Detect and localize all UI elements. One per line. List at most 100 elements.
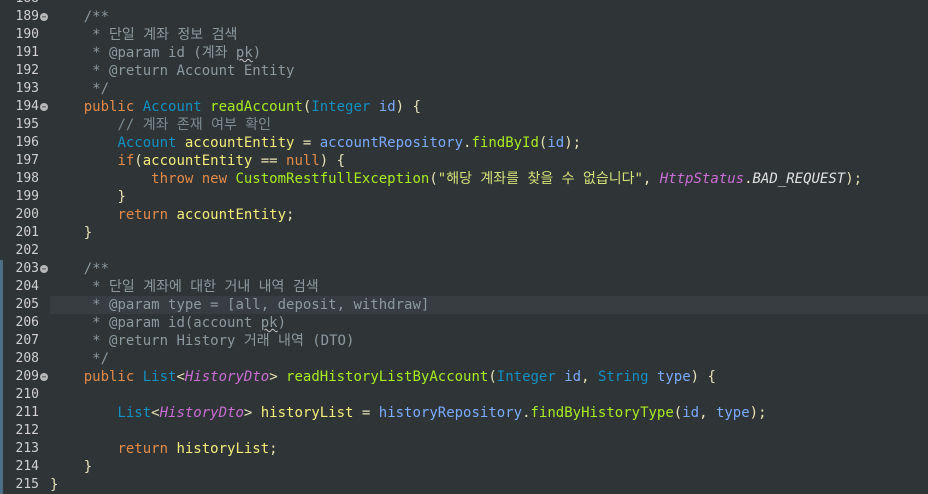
code-line[interactable]: 204 * 단일 계좌에 대한 거내 내역 검색 [0, 278, 928, 296]
code-token: ( [673, 405, 683, 421]
code-token: ) [277, 315, 287, 331]
code-token: null [286, 153, 320, 169]
code-text[interactable]: /** [50, 260, 928, 278]
code-token: . [744, 171, 753, 187]
code-line[interactable]: 203− /** [0, 260, 928, 278]
code-text[interactable]: } [50, 224, 928, 242]
code-line[interactable]: 191 * @param id (계좌 pk) [0, 44, 928, 62]
code-token: ); [749, 405, 767, 421]
code-token: readAccount [210, 99, 303, 115]
code-text[interactable] [50, 386, 928, 404]
line-number: 207 [15, 333, 39, 348]
line-number: 206 [15, 315, 39, 330]
code-token: Account [117, 135, 185, 151]
code-token: String [597, 369, 657, 385]
code-text[interactable]: public Account readAccount(Integer id) { [50, 98, 928, 116]
code-line[interactable]: 192 * @return Account Entity [0, 62, 928, 80]
code-token: findByHistoryType [530, 405, 674, 421]
code-token: Integer [496, 369, 565, 385]
code-text[interactable]: } [50, 188, 928, 206]
code-text[interactable] [50, 422, 928, 440]
code-text[interactable]: * @return Account Entity [50, 62, 928, 80]
code-line[interactable]: 199 } [0, 188, 928, 206]
code-line[interactable]: 215} [0, 476, 928, 494]
code-token: /** [83, 9, 110, 25]
code-text[interactable]: * @param id(account pk) [50, 314, 928, 332]
code-text[interactable]: /** [50, 8, 928, 26]
line-number: 198 [15, 171, 39, 186]
code-line[interactable]: 214 } [0, 458, 928, 476]
code-line[interactable]: 190 * 단일 계좌 정보 검색 [0, 26, 928, 44]
code-token: * @param id (계좌 [92, 45, 236, 61]
code-text[interactable]: * @param type = [all, deposit, withdraw] [50, 296, 928, 314]
code-token: == [252, 153, 287, 169]
code-token: findById [471, 135, 539, 151]
code-text[interactable]: */ [50, 350, 928, 368]
code-text[interactable] [50, 242, 928, 260]
code-text[interactable]: } [50, 458, 928, 476]
line-number: 199 [15, 189, 39, 204]
code-line[interactable]: 205 * @param type = [all, deposit, withd… [0, 296, 928, 314]
code-token: public [83, 99, 143, 115]
line-number: 194 [15, 99, 39, 114]
code-line[interactable]: 198 throw new CustomRestfullException("해… [0, 170, 928, 188]
code-line[interactable]: 201 } [0, 224, 928, 242]
code-text[interactable]: throw new CustomRestfullException("해당 계좌… [50, 170, 928, 188]
fold-toggle-icon[interactable]: − [40, 103, 48, 111]
code-text[interactable]: * @return History 거래 내역 (DTO) [50, 332, 928, 350]
fold-toggle-icon[interactable]: − [40, 265, 48, 273]
code-line[interactable]: 208 */ [0, 350, 928, 368]
code-editor[interactable]: 188 189− /**190 * 단일 계좌 정보 검색191 * @para… [0, 0, 928, 494]
code-text[interactable]: */ [50, 80, 928, 98]
line-number: 205 [15, 297, 39, 312]
code-token: historyList [260, 405, 354, 421]
code-line[interactable]: 207 * @return History 거래 내역 (DTO) [0, 332, 928, 350]
line-number: 192 [15, 63, 39, 78]
code-line[interactable]: 194− public Account readAccount(Integer … [0, 98, 928, 116]
code-token: accountEntity [184, 135, 295, 151]
code-line[interactable]: 196 Account accountEntity = accountRepos… [0, 134, 928, 152]
code-text[interactable]: Account accountEntity = accountRepositor… [50, 134, 928, 152]
code-line[interactable]: 200 return accountEntity; [0, 206, 928, 224]
code-token: type [656, 369, 691, 385]
code-token: throw new [151, 171, 236, 187]
code-line[interactable]: 189− /** [0, 8, 928, 26]
code-text[interactable]: * 단일 계좌에 대한 거내 내역 검색 [50, 278, 928, 296]
code-text[interactable]: // 계좌 존재 여부 확인 [50, 116, 928, 134]
code-text[interactable]: } [50, 476, 928, 494]
code-line[interactable]: 212 [0, 422, 928, 440]
fold-toggle-icon[interactable]: − [40, 13, 48, 21]
code-line[interactable]: 211 List<HistoryDto> historyList = histo… [0, 404, 928, 422]
code-token: id [564, 369, 582, 385]
code-token: } [117, 189, 126, 205]
code-line[interactable]: 197 if(accountEntity == null) { [0, 152, 928, 170]
code-line[interactable]: 195 // 계좌 존재 여부 확인 [0, 116, 928, 134]
code-text[interactable]: if(accountEntity == null) { [50, 152, 928, 170]
code-text[interactable]: * @param id (계좌 pk) [50, 44, 928, 62]
line-number: 204 [15, 279, 39, 294]
code-line[interactable]: 202 [0, 242, 928, 260]
code-text[interactable]: List<HistoryDto> historyList = historyRe… [50, 404, 928, 422]
code-text[interactable]: public List<HistoryDto> readHistoryListB… [50, 368, 928, 386]
code-line[interactable]: 209− public List<HistoryDto> readHistory… [0, 368, 928, 386]
code-text[interactable]: return accountEntity; [50, 206, 928, 224]
code-line[interactable]: 206 * @param id(account pk) [0, 314, 928, 332]
code-line[interactable]: 213 return historyList; [0, 440, 928, 458]
code-line[interactable]: 193 */ [0, 80, 928, 98]
fold-toggle-icon[interactable]: − [40, 373, 48, 381]
code-text[interactable]: return historyList; [50, 440, 928, 458]
code-text[interactable]: * 단일 계좌 정보 검색 [50, 26, 928, 44]
line-number: 197 [15, 153, 39, 168]
code-line[interactable]: 210 [0, 386, 928, 404]
